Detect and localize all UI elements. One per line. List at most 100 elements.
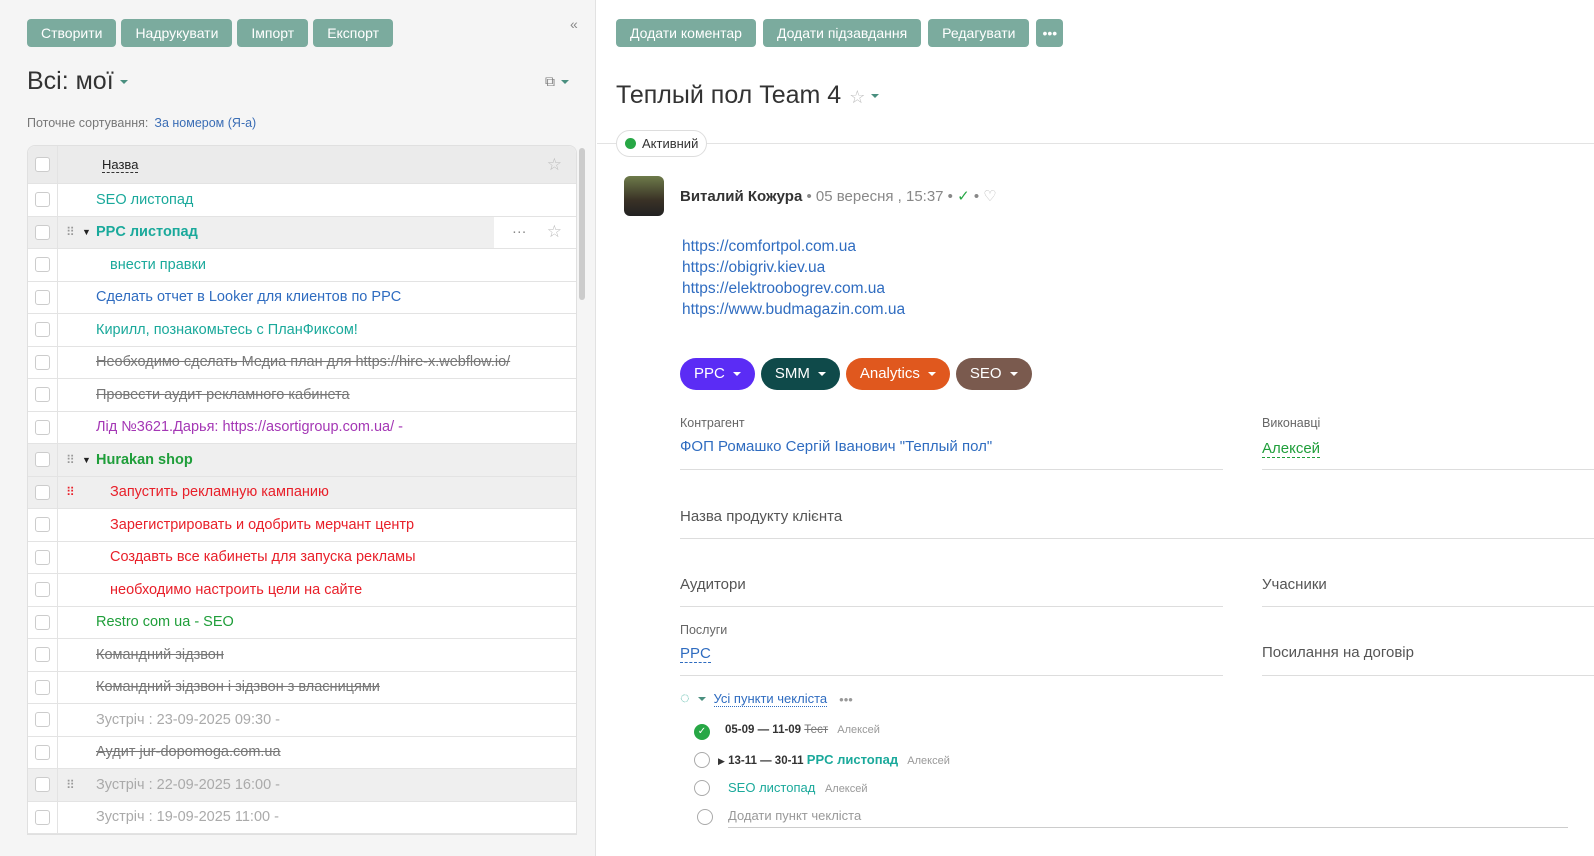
more-button[interactable]: •••	[1036, 19, 1064, 47]
row-checkbox[interactable]	[28, 801, 58, 833]
table-row[interactable]: ⠿▼Сделать отчет в Looker для клиентов по…	[28, 281, 576, 314]
checklist-title[interactable]: Усі пункти чекліста	[713, 691, 828, 707]
task-name[interactable]: Hurakan shop	[96, 452, 193, 468]
more-icon[interactable]: •••	[839, 692, 853, 707]
table-row[interactable]: ⠿▼Restro com ua - SEO	[28, 606, 576, 639]
contract-link-field[interactable]: Посилання на договір	[1262, 644, 1594, 676]
row-checkbox[interactable]	[28, 411, 58, 443]
add-comment-button[interactable]: Додати коментар	[616, 19, 756, 47]
task-name[interactable]: Лід №3621.Дарья: https://asortigroup.com…	[96, 419, 403, 435]
table-row[interactable]: ⠿▼Провести аудит рекламного кабинета	[28, 379, 576, 412]
task-name[interactable]: Кирилл, познакомьтесь с ПланФиксом!	[96, 322, 358, 338]
checked-icon[interactable]: ✓	[694, 724, 710, 740]
tag-seo[interactable]: SEO	[955, 358, 1032, 390]
row-checkbox[interactable]	[28, 769, 58, 801]
audiences-field[interactable]: Аудитори	[680, 576, 1223, 607]
table-row[interactable]: ⠿ ▼ Hurakan shop	[28, 444, 576, 477]
task-name[interactable]: Создавть все кабинеты для запуска реклам…	[110, 549, 416, 565]
expand-icon[interactable]: ▶	[718, 756, 725, 766]
row-checkbox[interactable]	[28, 606, 58, 638]
table-row[interactable]: ⠿▼Командний зідзвон	[28, 639, 576, 672]
drag-handle-icon[interactable]: ⠿	[66, 225, 82, 239]
row-checkbox[interactable]	[28, 574, 58, 606]
product-name-field[interactable]: Назва продукту клієнта	[680, 508, 1594, 539]
table-row[interactable]: ⠿▼Создавть все кабинеты для запуска рекл…	[28, 541, 576, 574]
task-name[interactable]: Командний зідзвон і зідзвон з власницями	[96, 679, 380, 695]
task-name[interactable]: Аудит jur-dopomoga.com.ua	[96, 744, 281, 760]
contractor-link[interactable]: ФОП Ромашко Сергій Іванович "Теплый пол"	[680, 438, 992, 455]
table-row[interactable]: ⠿▼Зарегистрировать и одобрить мерчант це…	[28, 509, 576, 542]
table-row[interactable]: ⠿ ▼ PPC листопад ··· ☆	[28, 216, 576, 249]
drag-handle-icon[interactable]: ⠿	[66, 485, 82, 499]
row-checkbox[interactable]	[28, 704, 58, 736]
task-name[interactable]: необходимо настроить цели на сайте	[110, 582, 362, 598]
create-button[interactable]: Створити	[27, 19, 117, 47]
expand-toggle-icon[interactable]: ▼	[82, 227, 94, 237]
author-name[interactable]: Виталий Кожура	[680, 188, 802, 205]
item-name[interactable]: PPC листопад	[807, 752, 898, 767]
star-icon[interactable]: ☆	[849, 87, 865, 107]
table-row[interactable]: ⠿▼Запустить рекламную кампанию	[28, 476, 576, 509]
row-checkbox[interactable]	[28, 736, 58, 768]
row-checkbox[interactable]	[28, 671, 58, 703]
task-name[interactable]: Зустріч : 22-09-2025 16:00 -	[96, 777, 280, 793]
export-button[interactable]: Експорт	[313, 19, 394, 47]
checkbox-circle[interactable]	[694, 780, 710, 796]
row-checkbox[interactable]	[28, 184, 58, 216]
filter-title[interactable]: Всі: мої	[27, 67, 128, 96]
row-checkbox[interactable]	[28, 346, 58, 378]
row-checkbox[interactable]	[28, 379, 58, 411]
table-row[interactable]: ⠿▼необходимо настроить цели на сайте	[28, 574, 576, 607]
grouping-icon[interactable]: ⧉	[545, 73, 569, 90]
link[interactable]: https://www.budmagazin.com.ua	[682, 299, 905, 320]
row-checkbox[interactable]	[28, 541, 58, 573]
item-name[interactable]: SEO листопад	[728, 780, 815, 795]
item-name[interactable]: Тест	[804, 724, 828, 736]
chevron-down-icon[interactable]	[871, 94, 880, 99]
sort-value-link[interactable]: За номером (Я-а)	[154, 116, 256, 130]
drag-handle-icon[interactable]: ⠿	[66, 453, 82, 467]
row-checkbox[interactable]	[28, 476, 58, 508]
import-button[interactable]: Імпорт	[237, 19, 309, 47]
task-name[interactable]: Запустить рекламную кампанию	[110, 484, 329, 500]
services-field[interactable]: PPC	[680, 645, 1223, 676]
contractor-field[interactable]: ФОП Ромашко Сергій Іванович "Теплый пол"	[680, 438, 1223, 470]
table-row[interactable]: ⠿▼Лід №3621.Дарья: https://asortigroup.c…	[28, 411, 576, 444]
tag-analytics[interactable]: Analytics	[845, 358, 950, 390]
table-row[interactable]: ⠿▼SEO листопад	[28, 184, 576, 217]
task-name[interactable]: внести правки	[110, 257, 206, 273]
table-row[interactable]: ⠿▼Зустріч : 19-09-2025 11:00 -	[28, 801, 576, 834]
status-badge[interactable]: Активний	[616, 130, 708, 157]
link[interactable]: https://obigriv.kiev.ua	[682, 257, 905, 278]
checkbox-circle[interactable]	[694, 752, 710, 768]
expand-toggle-icon[interactable]: ▼	[82, 455, 94, 465]
row-checkbox[interactable]	[28, 314, 58, 346]
add-checklist-item-input[interactable]: Додати пункт чекліста	[728, 808, 1568, 828]
task-name[interactable]: Restro com ua - SEO	[96, 614, 234, 630]
chevron-down-icon[interactable]	[697, 697, 706, 701]
task-name[interactable]: Зустріч : 23-09-2025 09:30 -	[96, 712, 280, 728]
link[interactable]: https://elektroobogrev.com.ua	[682, 278, 905, 299]
task-name[interactable]: SEO листопад	[96, 192, 193, 208]
table-row[interactable]: ⠿▼Командний зідзвон і зідзвон з власниця…	[28, 671, 576, 704]
service-value[interactable]: PPC	[680, 645, 711, 663]
executor-name[interactable]: Алексей	[1262, 440, 1321, 458]
select-all-checkbox[interactable]	[28, 146, 58, 183]
task-name[interactable]: PPC листопад	[96, 224, 198, 240]
task-name[interactable]: Зустріч : 19-09-2025 11:00 -	[96, 809, 279, 825]
drag-handle-icon[interactable]: ⠿	[66, 778, 82, 792]
link[interactable]: https://comfortpol.com.ua	[682, 236, 905, 257]
star-icon[interactable]: ☆	[547, 222, 562, 242]
tag-smm[interactable]: SMM	[760, 358, 840, 390]
star-icon[interactable]: ☆	[547, 155, 562, 175]
more-icon[interactable]: ···	[512, 224, 527, 240]
row-checkbox[interactable]	[28, 509, 58, 541]
column-header-name[interactable]: Назва	[102, 157, 139, 173]
tag-ppc[interactable]: PPC	[680, 358, 755, 390]
row-checkbox[interactable]	[28, 249, 58, 281]
table-row[interactable]: ⠿▼Необходимо сделать Медиа план для http…	[28, 346, 576, 379]
table-row[interactable]: ⠿▼Зустріч : 22-09-2025 16:00 -	[28, 769, 576, 802]
table-row[interactable]: ⠿▼Аудит jur-dopomoga.com.ua	[28, 736, 576, 769]
task-name[interactable]: Необходимо сделать Медиа план для https:…	[96, 354, 510, 370]
print-button[interactable]: Надрукувати	[121, 19, 233, 47]
